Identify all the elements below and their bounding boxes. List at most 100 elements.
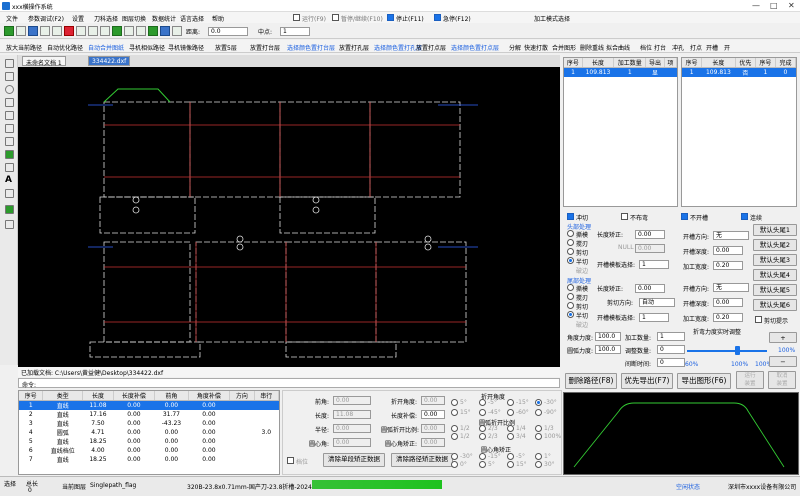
redo-icon[interactable]: [52, 26, 62, 36]
mirror-v-icon[interactable]: [136, 26, 146, 36]
table-row[interactable]: 1 109.813 1 显: [564, 67, 677, 77]
tail-radio-2[interactable]: [567, 293, 574, 300]
toolbar2-item-21[interactable]: 开槽: [706, 43, 718, 52]
save-icon[interactable]: [28, 26, 38, 36]
dimension-icon[interactable]: [5, 189, 14, 198]
tail-radio-3[interactable]: [567, 302, 574, 309]
default-head-3-button[interactable]: 默认头尾3: [753, 254, 797, 266]
priority-table[interactable]: 序号 长度 优先 序号 完成 1 109.813 否 1 0: [681, 57, 797, 207]
toolbar2-item-2[interactable]: 自动合并图纸: [88, 43, 124, 52]
offset-icon[interactable]: [5, 163, 14, 172]
clear-single-button[interactable]: 清除单段矫正数据: [323, 453, 385, 467]
menu-language[interactable]: 语言选择: [180, 14, 204, 23]
table-row[interactable]: 4 圆弧 4.71 0.00 0.00 0.00 3.0: [19, 428, 279, 437]
rect-icon[interactable]: [5, 124, 14, 133]
deg-opt-radio[interactable]: [535, 399, 542, 406]
tail-radio-1[interactable]: [567, 284, 574, 291]
deg-opt-radio[interactable]: [535, 425, 542, 432]
menu-help[interactable]: 帮助: [212, 14, 224, 23]
angle-force-input[interactable]: 100.0: [595, 332, 621, 341]
fold-slider-track[interactable]: [687, 350, 767, 352]
mode-select-label[interactable]: 加工模式选择: [534, 14, 570, 23]
default-head-4-button[interactable]: 默认头尾4: [753, 269, 797, 281]
toolbar2-item-20[interactable]: 打点: [690, 43, 702, 52]
estop-checkbox[interactable]: [434, 14, 441, 21]
menu-settings[interactable]: 设置: [72, 14, 84, 23]
toolbar2-item-11[interactable]: 选择颜色置打点层: [451, 43, 499, 52]
fold-slider-thumb[interactable]: [735, 346, 740, 355]
toolbar2-item-12[interactable]: 分解: [509, 43, 521, 52]
len-fix-input[interactable]: 0.00: [635, 230, 665, 239]
deg-opt-radio[interactable]: [451, 433, 458, 440]
polyline-icon[interactable]: [5, 111, 14, 120]
tail-slot-depth-input[interactable]: 0.00: [713, 298, 743, 307]
default-head-1-button[interactable]: 默认头尾1: [753, 224, 797, 236]
toolbar2-item-16[interactable]: 拟合曲线: [606, 43, 630, 52]
align-icon[interactable]: [172, 26, 182, 36]
command-input[interactable]: 命令:: [18, 378, 560, 389]
slot-mode-select[interactable]: 1: [639, 260, 669, 269]
head-radio-1[interactable]: [567, 230, 574, 237]
tail-slot-mode-select[interactable]: 1: [639, 313, 669, 322]
delete-path-button[interactable]: 删除路径(F8): [565, 373, 617, 389]
arc-force-input[interactable]: 100.0: [595, 345, 621, 354]
segment-table[interactable]: 序号 类型 长度 长度补偿 前角 角度补偿 方向 串行 1 直线 11.08 0.00 0.00 0.00…: [18, 390, 280, 475]
select-all-icon[interactable]: [112, 26, 122, 36]
punch-checkbox[interactable]: [567, 213, 574, 220]
table-row[interactable]: 6 直线档位 4.00 0.00 0.00 0.00: [19, 446, 279, 455]
adjust-input[interactable]: 0: [657, 345, 685, 354]
deg-opt-radio[interactable]: [451, 461, 458, 468]
midpoint-input[interactable]: 1: [280, 27, 310, 36]
open-icon[interactable]: [16, 26, 26, 36]
undo-icon[interactable]: [40, 26, 50, 36]
minimize-icon[interactable]: —: [752, 1, 760, 10]
fold-angle-input[interactable]: 0.00: [421, 396, 445, 405]
pos-checkbox[interactable]: [287, 457, 294, 464]
menu-file[interactable]: 文件: [6, 14, 18, 23]
table-row[interactable]: 1 直线 11.08 0.00 0.00 0.00: [19, 400, 279, 410]
toolbar2-item-8[interactable]: 放置打孔层: [339, 43, 369, 52]
toolbar2-item-18[interactable]: 打台: [654, 43, 666, 52]
drawing-canvas[interactable]: [18, 67, 560, 367]
seg-length-input[interactable]: 11.08: [333, 410, 371, 419]
run-device-button[interactable]: 运行 装置: [736, 371, 764, 389]
menu-stats[interactable]: 数据统计: [152, 14, 176, 23]
no-edge-checkbox[interactable]: [621, 213, 628, 220]
text-icon[interactable]: A: [5, 176, 14, 185]
deg-opt-radio[interactable]: [535, 409, 542, 416]
toolbar2-item-15[interactable]: 删除重线: [580, 43, 604, 52]
pause-checkbox[interactable]: [332, 14, 339, 21]
tail-width-input[interactable]: 0.20: [713, 313, 743, 322]
toolbar2-item-5[interactable]: 放置5层: [215, 43, 237, 52]
seg-angle-input[interactable]: 0.00: [333, 396, 371, 405]
menu-params[interactable]: 参数调试(F2): [28, 14, 64, 23]
deg-opt-radio[interactable]: [535, 461, 542, 468]
fold-minus-button[interactable]: −: [769, 356, 797, 367]
deg-opt-radio[interactable]: [507, 409, 514, 416]
slot-dir-select[interactable]: 无: [713, 231, 749, 240]
chain-checkbox[interactable]: [741, 213, 748, 220]
toolbar2-item-9[interactable]: 选择颜色置打孔层: [374, 43, 422, 52]
circle-icon[interactable]: [5, 85, 14, 94]
deg-opt-radio[interactable]: [479, 453, 486, 460]
layer-icon[interactable]: [5, 205, 14, 214]
toolbar2-item-22[interactable]: 开: [724, 43, 730, 52]
table-row[interactable]: 5 直线 18.25 0.00 0.00 0.00: [19, 437, 279, 446]
cut-tip-checkbox[interactable]: [755, 316, 762, 323]
new-icon[interactable]: [4, 26, 14, 36]
head-radio-2[interactable]: [567, 239, 574, 246]
default-head-5-button[interactable]: 默认头尾5: [753, 284, 797, 296]
deg-opt-radio[interactable]: [451, 453, 458, 460]
spacing-input[interactable]: 0.0: [208, 27, 248, 36]
width-input[interactable]: 0.20: [713, 261, 743, 270]
pointer-icon[interactable]: [5, 59, 14, 68]
toolbar2-item-17[interactable]: 档位: [640, 43, 652, 52]
table-row[interactable]: 3 直线 7.50 0.00 -43.23 0.00: [19, 419, 279, 428]
toolbar2-item-6[interactable]: 放置打台层: [250, 43, 280, 52]
deg-opt-radio[interactable]: [535, 433, 542, 440]
measure-icon[interactable]: [5, 150, 14, 159]
toolbar2-item-19[interactable]: 冲孔: [672, 43, 684, 52]
toolbar2-item-14[interactable]: 合并图形: [552, 43, 576, 52]
default-head-6-button[interactable]: 默认头尾6: [753, 299, 797, 311]
arc-fold-ratio-input[interactable]: 0.00: [421, 424, 445, 433]
